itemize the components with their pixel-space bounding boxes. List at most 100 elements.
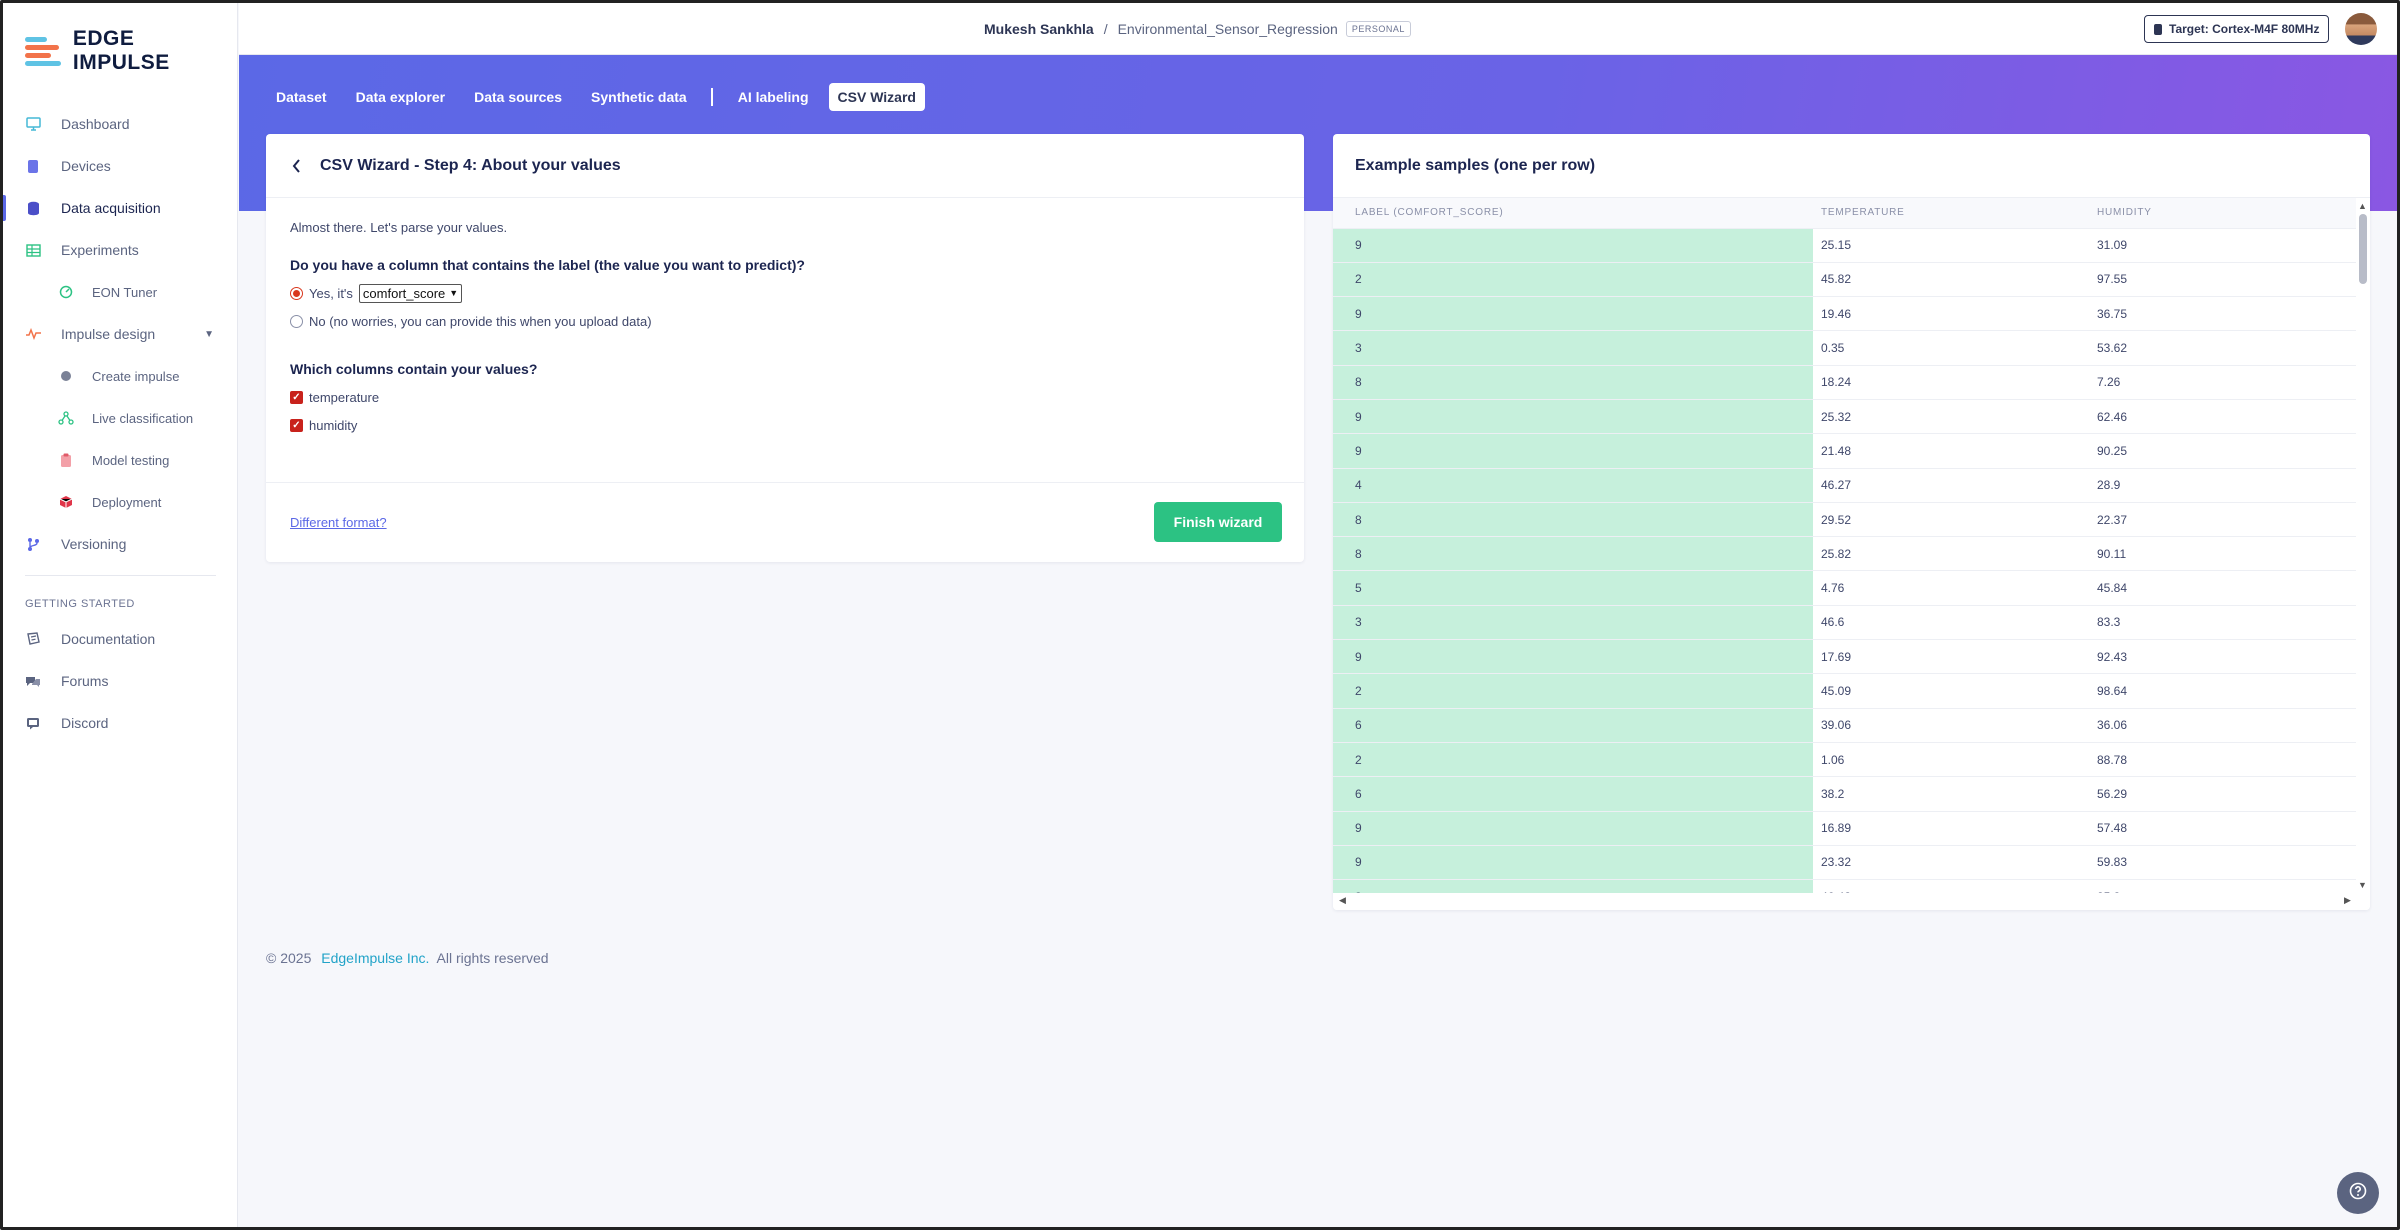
logo[interactable]: EDGE IMPULSE bbox=[25, 27, 237, 75]
value-column-humidity[interactable]: ✓ humidity bbox=[290, 415, 1280, 435]
sidebar-item-impulse-design[interactable]: Impulse design ▼ bbox=[3, 313, 238, 355]
humidity-cell: 98.64 bbox=[2089, 673, 2356, 709]
column-header-temperature: TEMPERATURE bbox=[1813, 198, 2089, 229]
temperature-checkbox[interactable]: ✓ bbox=[290, 390, 303, 404]
table-row: 9 25.15 31.09 bbox=[1333, 228, 2356, 263]
help-button[interactable] bbox=[2337, 1172, 2379, 1214]
sidebar-item-eon-tuner[interactable]: EON Tuner bbox=[3, 271, 238, 313]
different-format-link[interactable]: Different format? bbox=[290, 515, 387, 530]
sidebar-item-label: Dashboard bbox=[61, 116, 130, 132]
card-header: CSV Wizard - Step 4: About your values bbox=[266, 134, 1304, 198]
vertical-scroll-thumb[interactable] bbox=[2359, 214, 2367, 284]
table-row: 4 46.27 28.9 bbox=[1333, 468, 2356, 503]
table-row: 2 45.82 97.55 bbox=[1333, 262, 2356, 298]
sidebar-item-dashboard[interactable]: Dashboard bbox=[3, 103, 238, 145]
table-row: 6 38.2 56.29 bbox=[1333, 776, 2356, 812]
samples-table: LABEL (COMFORT_SCORE) TEMPERATURE HUMIDI… bbox=[1333, 198, 2356, 893]
wizard-body: Almost there. Let's parse your values. D… bbox=[266, 198, 1304, 465]
label-question: Do you have a column that contains the l… bbox=[290, 257, 805, 273]
sidebar-item-discord[interactable]: Discord bbox=[3, 702, 238, 744]
select-arrow-icon: ▼ bbox=[449, 288, 459, 298]
sidebar-item-live-classification[interactable]: Live classification bbox=[3, 397, 238, 439]
table-row: 6 39.06 36.06 bbox=[1333, 708, 2356, 743]
humidity-cell: 36.75 bbox=[2089, 296, 2356, 332]
sidebar-item-documentation[interactable]: Documentation bbox=[3, 618, 238, 660]
sidebar-item-model-testing[interactable]: Model testing bbox=[3, 439, 238, 481]
sidebar-item-create-impulse[interactable]: Create impulse bbox=[3, 355, 238, 397]
yes-radio[interactable] bbox=[290, 286, 303, 300]
sidebar-item-label: Forums bbox=[61, 673, 109, 689]
sidebar: EDGE IMPULSE Dashboard Devices Data acqu… bbox=[3, 3, 238, 1227]
humidity-cell: 90.25 bbox=[2089, 433, 2356, 469]
tab-separator bbox=[710, 88, 713, 106]
tab-dataset[interactable]: Dataset bbox=[267, 83, 336, 111]
temperature-cell: 46.27 bbox=[1813, 468, 2089, 503]
horizontal-scrollbar[interactable]: ◀ ▶ bbox=[1333, 893, 2370, 910]
label-cell: 3 bbox=[1333, 330, 1813, 366]
dot-icon bbox=[58, 368, 74, 384]
sidebar-item-deployment[interactable]: Deployment bbox=[3, 481, 238, 523]
values-question: Which columns contain your values? bbox=[290, 361, 538, 377]
tab-data-sources[interactable]: Data sources bbox=[465, 83, 571, 111]
sidebar-item-label: Data acquisition bbox=[61, 200, 161, 216]
vertical-scrollbar[interactable]: ▲ ▼ bbox=[2356, 198, 2370, 893]
sidebar-item-label: Deployment bbox=[92, 494, 162, 510]
breadcrumb-project[interactable]: Environmental_Sensor_Regression bbox=[1118, 21, 1338, 37]
samples-table-wrapper[interactable]: LABEL (COMFORT_SCORE) TEMPERATURE HUMIDI… bbox=[1333, 198, 2356, 893]
table-row: 9 23.32 59.83 bbox=[1333, 845, 2356, 881]
sidebar-item-label: Devices bbox=[61, 158, 111, 174]
label-cell: 9 bbox=[1333, 228, 1813, 263]
temperature-cell: 23.32 bbox=[1813, 845, 2089, 881]
humidity-cell: 62.46 bbox=[2089, 399, 2356, 435]
option-yes[interactable]: Yes, it's comfort_score ▼ bbox=[290, 283, 1280, 303]
table-row: 9 25.32 62.46 bbox=[1333, 399, 2356, 435]
sidebar-item-devices[interactable]: Devices bbox=[3, 145, 238, 187]
sidebar-item-versioning[interactable]: Versioning bbox=[3, 523, 238, 565]
no-radio[interactable] bbox=[290, 314, 303, 328]
value-column-temperature[interactable]: ✓ temperature bbox=[290, 387, 1280, 407]
table-header-row: LABEL (COMFORT_SCORE) TEMPERATURE HUMIDI… bbox=[1333, 198, 2356, 229]
tab-csv-wizard[interactable]: CSV Wizard bbox=[828, 83, 925, 111]
option-no[interactable]: No (no worries, you can provide this whe… bbox=[290, 311, 1280, 331]
avatar[interactable] bbox=[2345, 13, 2377, 45]
sidebar-item-forums[interactable]: Forums bbox=[3, 660, 238, 702]
temperature-cell: 16.89 bbox=[1813, 811, 2089, 846]
table-row: 5 4.76 45.84 bbox=[1333, 570, 2356, 606]
target-device-button[interactable]: Target: Cortex-M4F 80MHz bbox=[2144, 15, 2330, 43]
label-cell: 5 bbox=[1333, 570, 1813, 606]
humidity-checkbox[interactable]: ✓ bbox=[290, 418, 303, 432]
humidity-cell: 45.84 bbox=[2089, 570, 2356, 606]
table-row: 8 18.24 7.26 bbox=[1333, 365, 2356, 400]
temperature-cell: 25.82 bbox=[1813, 536, 2089, 572]
data-tabs: Dataset Data explorer Data sources Synth… bbox=[267, 82, 936, 112]
branch-icon bbox=[25, 536, 41, 552]
label-column-select[interactable]: comfort_score ▼ bbox=[358, 283, 463, 303]
label-cell: 6 bbox=[1333, 708, 1813, 743]
temperature-cell: 45.82 bbox=[1813, 262, 2089, 298]
samples-table-body: 9 25.15 31.09 2 45.82 97.55 9 19.46 36.75 3 0.35 53… bbox=[1333, 228, 2356, 893]
breadcrumb: Mukesh Sankhla / Environmental_Sensor_Re… bbox=[984, 3, 1411, 55]
temperature-cell: 4.76 bbox=[1813, 570, 2089, 606]
chevron-down-icon[interactable]: ▼ bbox=[204, 329, 214, 340]
finish-wizard-button[interactable]: Finish wizard bbox=[1154, 502, 1282, 542]
back-arrow-icon[interactable] bbox=[288, 158, 304, 174]
company-link[interactable]: EdgeImpulse Inc. bbox=[321, 950, 429, 966]
tab-data-explorer[interactable]: Data explorer bbox=[347, 83, 454, 111]
table-row: 3 0.35 53.62 bbox=[1333, 330, 2356, 366]
sidebar-item-experiments[interactable]: Experiments bbox=[3, 229, 238, 271]
label-cell: 9 bbox=[1333, 433, 1813, 469]
nodes-icon bbox=[58, 410, 74, 426]
scroll-right-icon[interactable]: ▶ bbox=[2344, 895, 2351, 906]
sidebar-item-label: Create impulse bbox=[92, 368, 180, 384]
tab-ai-labeling[interactable]: AI labeling bbox=[729, 83, 818, 111]
humidity-cell: 97.55 bbox=[2089, 262, 2356, 298]
wizard-intro: Almost there. Let's parse your values. bbox=[290, 220, 508, 235]
sidebar-item-label: Documentation bbox=[61, 631, 156, 647]
scroll-up-icon[interactable]: ▲ bbox=[2358, 201, 2367, 211]
scroll-down-icon[interactable]: ▼ bbox=[2358, 880, 2367, 890]
breadcrumb-user[interactable]: Mukesh Sankhla bbox=[984, 21, 1094, 37]
tab-synthetic-data[interactable]: Synthetic data bbox=[582, 83, 696, 111]
scroll-left-icon[interactable]: ◀ bbox=[1339, 895, 1346, 906]
sidebar-item-label: EON Tuner bbox=[92, 284, 158, 300]
sidebar-item-data-acquisition[interactable]: Data acquisition bbox=[3, 187, 238, 229]
